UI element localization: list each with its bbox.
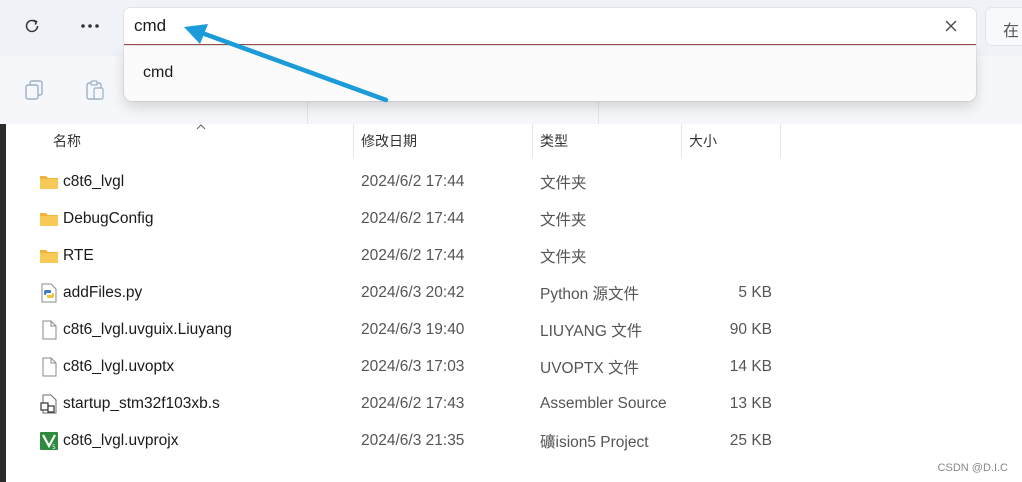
refresh-button[interactable]: [12, 8, 52, 44]
file-date: 2024/6/2 17:43: [361, 394, 465, 412]
file-name: addFiles.py: [63, 283, 143, 301]
column-divider[interactable]: [353, 124, 354, 158]
file-type: UVOPTX 文件: [540, 359, 640, 377]
file-row[interactable]: c8t6_lvgl.uvguix.Liuyang 2024/6/3 19:40 …: [6, 311, 1022, 348]
address-suggestion-dropdown: cmd: [124, 46, 976, 101]
file-size: [689, 237, 772, 274]
column-divider[interactable]: [681, 124, 682, 158]
folder-icon: [40, 213, 58, 226]
file-row[interactable]: addFiles.py 2024/6/3 20:42 Python 源文件 5 …: [6, 274, 1022, 311]
file-date: 2024/6/2 17:44: [361, 246, 465, 264]
file-size: 90 KB: [729, 320, 772, 338]
toolbar-separator: [598, 102, 599, 124]
file-type: Python 源文件: [540, 285, 640, 303]
file-type: 文件夹: [540, 174, 587, 192]
file-date: 2024/6/3 19:40: [361, 320, 465, 338]
file-date: 2024/6/3 20:42: [361, 283, 465, 301]
file-row[interactable]: 5 c8t6_lvgl.uvprojx 2024/6/3 21:35 礦isio…: [6, 422, 1022, 459]
keil-project-icon: 5: [40, 432, 58, 451]
more-options-button[interactable]: [70, 8, 110, 44]
copy-icon: [25, 80, 43, 100]
file-row[interactable]: c8t6_lvgl.uvoptx 2024/6/3 17:03 UVOPTX 文…: [6, 348, 1022, 385]
column-header-name[interactable]: 名称: [53, 124, 353, 158]
folder-icon: [40, 176, 58, 189]
file-name: DebugConfig: [63, 209, 154, 227]
file-type: LIUYANG 文件: [540, 322, 643, 340]
close-icon: [945, 20, 957, 32]
file-size: 14 KB: [729, 357, 772, 375]
file-size: [689, 200, 772, 237]
watermark: CSDN @D.I.C: [937, 462, 1008, 474]
svg-text:5: 5: [52, 444, 56, 451]
search-box-placeholder: 在: [1003, 23, 1020, 40]
more-dots-icon: [81, 24, 99, 28]
file-size: 13 KB: [729, 394, 772, 412]
clear-address-button[interactable]: [936, 11, 966, 41]
file-date: 2024/6/3 21:35: [361, 431, 465, 449]
file-list: 名称 修改日期 类型 大小 c8t6_lvgl 2024/6/2 17:44 文…: [6, 124, 1022, 482]
file-type: 文件夹: [540, 211, 587, 229]
file-type: 文件夹: [540, 248, 587, 266]
file-type: 礦ision5 Project: [540, 433, 649, 451]
file-row[interactable]: c8t6_lvgl 2024/6/2 17:44 文件夹: [6, 163, 1022, 200]
column-header-size[interactable]: 大小: [689, 124, 779, 158]
file-name: c8t6_lvgl.uvprojx: [63, 431, 179, 449]
generic-file-icon: [42, 357, 57, 377]
file-row[interactable]: startup_stm32f103xb.s 2024/6/2 17:43 Ass…: [6, 385, 1022, 422]
column-headers: 名称 修改日期 类型 大小: [6, 124, 1022, 158]
toolbar-separator: [307, 102, 308, 124]
column-divider[interactable]: [532, 124, 533, 158]
file-date: 2024/6/3 17:03: [361, 357, 465, 375]
assembler-file-icon: [40, 394, 57, 414]
file-name: c8t6_lvgl.uvguix.Liuyang: [63, 320, 232, 338]
suggestion-item-cmd[interactable]: cmd: [132, 54, 968, 92]
file-size: 5 KB: [738, 283, 772, 301]
address-input[interactable]: [134, 13, 924, 39]
paste-icon: [86, 80, 104, 100]
file-type: Assembler Source: [540, 394, 667, 412]
address-bar[interactable]: [124, 8, 976, 46]
python-file-icon: [41, 283, 57, 303]
copy-button[interactable]: [21, 76, 49, 104]
folder-icon: [40, 250, 58, 263]
search-box[interactable]: 在: [986, 8, 1022, 45]
column-header-type[interactable]: 类型: [540, 124, 680, 158]
refresh-icon: [25, 19, 39, 33]
paste-button[interactable]: [81, 76, 109, 104]
file-name: startup_stm32f103xb.s: [63, 394, 220, 412]
file-size: [689, 163, 772, 200]
generic-file-icon: [42, 320, 57, 340]
suggestion-label: cmd: [143, 64, 174, 81]
file-date: 2024/6/2 17:44: [361, 172, 465, 190]
file-name: c8t6_lvgl: [63, 172, 125, 190]
file-row[interactable]: RTE 2024/6/2 17:44 文件夹: [6, 237, 1022, 274]
file-date: 2024/6/2 17:44: [361, 209, 465, 227]
file-name: RTE: [63, 246, 94, 264]
column-divider[interactable]: [780, 124, 781, 158]
file-name: c8t6_lvgl.uvoptx: [63, 357, 175, 375]
file-size: 25 KB: [729, 431, 772, 449]
file-row[interactable]: DebugConfig 2024/6/2 17:44 文件夹: [6, 200, 1022, 237]
column-header-date[interactable]: 修改日期: [361, 124, 531, 158]
